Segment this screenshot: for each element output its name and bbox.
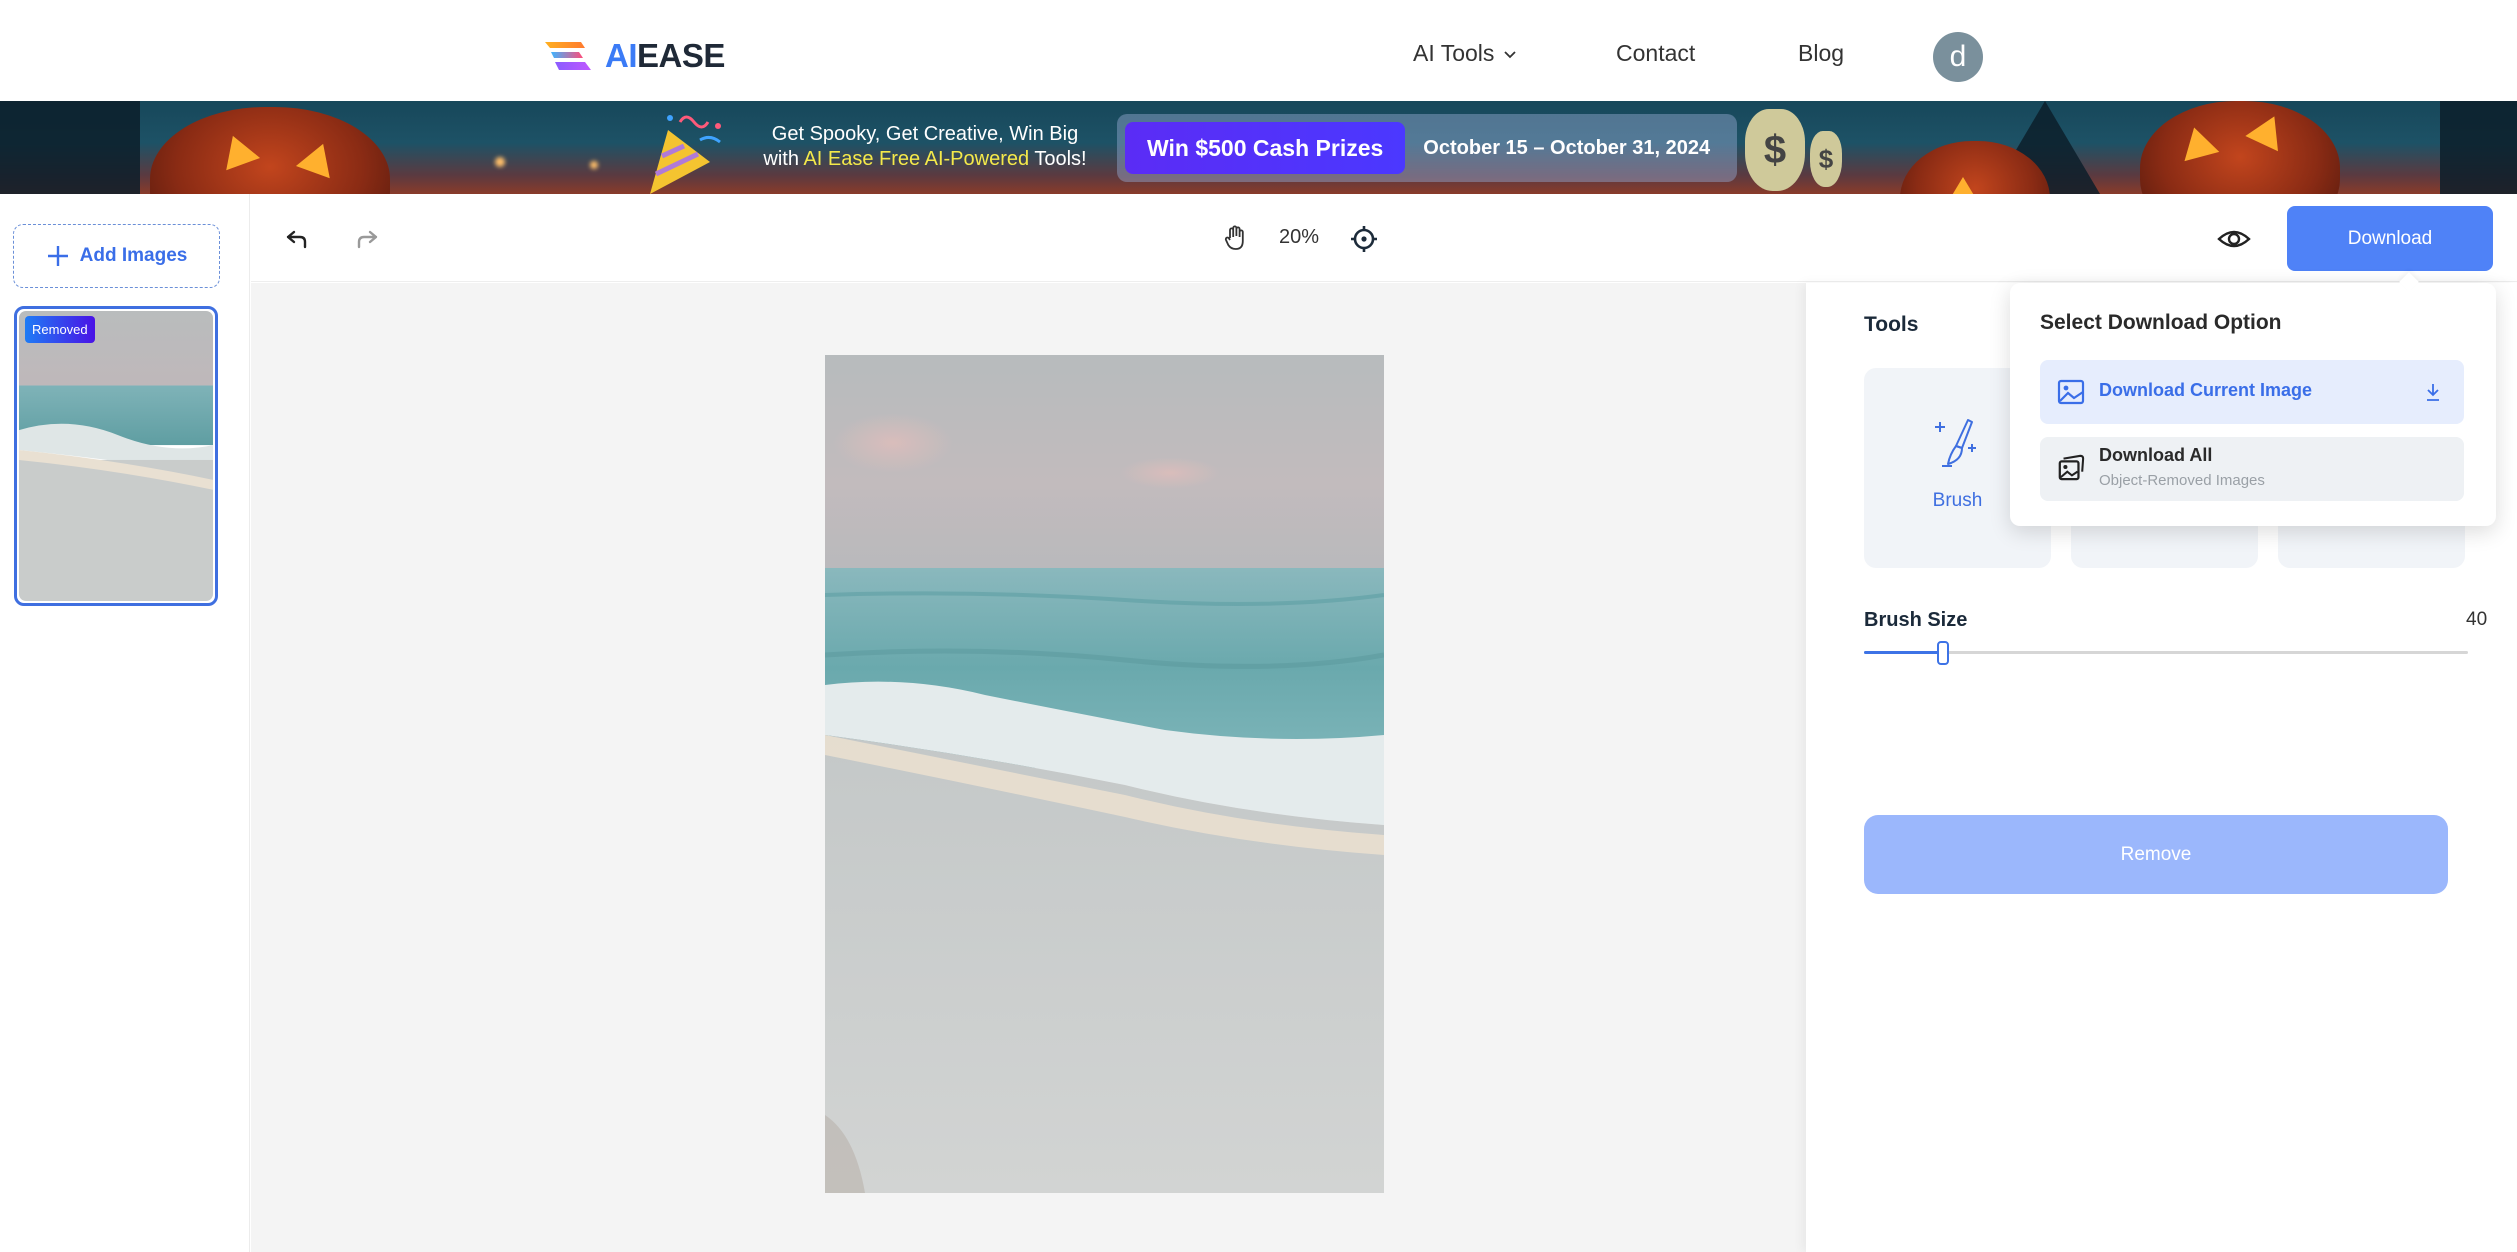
download-button[interactable]: Download — [2287, 206, 2493, 271]
top-nav: AIEASE AI Tools Contact Blog d — [0, 0, 2517, 101]
user-avatar[interactable]: d — [1933, 32, 1983, 82]
chevron-down-icon — [1504, 50, 1517, 58]
removed-badge: Removed — [25, 316, 95, 343]
slider-track — [1864, 651, 2468, 654]
download-current-image-option[interactable]: Download Current Image — [2040, 360, 2464, 424]
pumpkin-decoration — [150, 107, 390, 194]
ember-decoration — [495, 157, 505, 167]
download-all-option[interactable]: Download All Object-Removed Images — [2040, 437, 2464, 501]
hand-icon[interactable] — [1221, 223, 1251, 253]
images-stack-icon — [2058, 454, 2085, 481]
logo-mark-icon — [545, 42, 591, 70]
add-images-label: Add Images — [79, 245, 188, 266]
edited-image[interactable] — [825, 355, 1384, 1193]
download-menu-title: Select Download Option — [2040, 311, 2282, 334]
ember-decoration — [590, 161, 598, 169]
eye-icon[interactable] — [2217, 224, 2251, 254]
nav-blog[interactable]: Blog — [1798, 40, 1844, 67]
beach-photo — [825, 355, 1384, 1193]
logo-text: AIEASE — [605, 37, 725, 74]
slider-fill — [1864, 651, 1943, 654]
download-options-menu: Select Download Option Download Current … — [2010, 283, 2496, 526]
money-bag-icon: $ — [1745, 109, 1805, 191]
nav-ai-tools[interactable]: AI Tools — [1413, 40, 1518, 67]
beach-thumbnail — [19, 311, 213, 601]
download-arrow-icon — [2427, 384, 2439, 401]
party-popper-icon — [650, 115, 721, 194]
editor-toolbar: 20% Download — [251, 194, 2517, 282]
add-images-button[interactable]: Add Images — [13, 224, 220, 288]
nav-ai-tools-label: AI Tools — [1413, 40, 1495, 66]
banner-headline: Get Spooky, Get Creative, Win Big with A… — [745, 122, 1105, 172]
brush-size-slider[interactable] — [1864, 639, 2468, 667]
tools-title: Tools — [1864, 313, 1919, 336]
image-thumbnail[interactable]: Removed — [14, 306, 218, 606]
download-all-sublabel: Object-Removed Images — [2099, 472, 2265, 489]
image-icon — [2057, 379, 2085, 405]
image-sidebar: Add Images Removed — [0, 194, 250, 1252]
redo-icon[interactable] — [351, 224, 381, 254]
brush-size-label: Brush Size — [1864, 609, 1968, 631]
brush-size-value: 40 — [2466, 609, 2488, 630]
download-all-label: Download All — [2099, 445, 2213, 465]
pumpkin-decoration — [2140, 101, 2340, 194]
tree-silhouette — [2440, 101, 2517, 194]
banner-dates: October 15 – October 31, 2024 — [1423, 136, 1711, 159]
download-current-label: Download Current Image — [2099, 380, 2313, 400]
slider-thumb[interactable] — [1936, 641, 1949, 665]
undo-icon[interactable] — [283, 224, 313, 254]
remove-button[interactable]: Remove — [1864, 815, 2448, 894]
thumbnail-image — [19, 311, 213, 601]
money-bag-icon: $ — [1810, 131, 1842, 187]
plus-icon — [47, 246, 68, 266]
banner-prize-badge[interactable]: Win $500 Cash Prizes — [1125, 122, 1406, 174]
nav-contact[interactable]: Contact — [1616, 40, 1695, 67]
logo[interactable]: AIEASE — [545, 36, 725, 76]
banner-line-1: Get Spooky, Get Creative, Win Big — [771, 123, 1079, 145]
crosshair-icon[interactable] — [1349, 224, 1379, 254]
brush-icon — [1935, 419, 1976, 467]
zoom-level: 20% — [1279, 226, 1320, 248]
editor-canvas[interactable] — [251, 283, 1806, 1252]
banner-line-2: with AI Ease Free AI-Powered Tools! — [763, 148, 1087, 170]
banner-cta[interactable]: Win $500 Cash Prizes October 15 – Octobe… — [1117, 114, 1737, 182]
tree-silhouette — [0, 101, 140, 194]
